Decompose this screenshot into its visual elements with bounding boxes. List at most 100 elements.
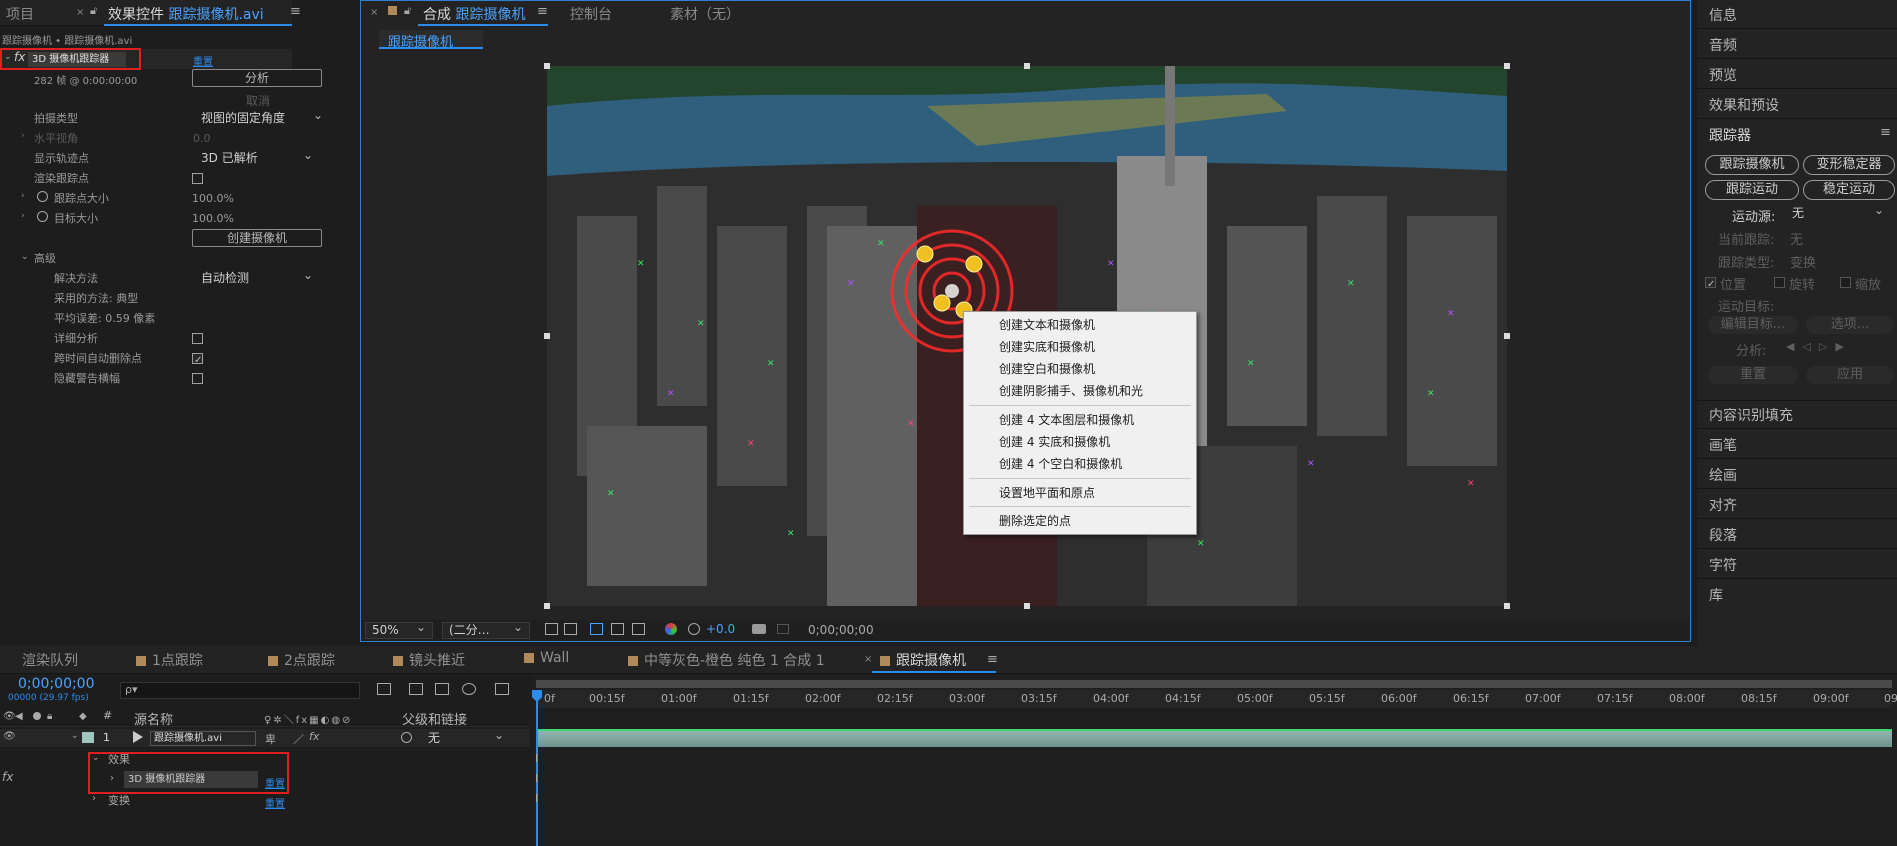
exposure-value[interactable]: +0.0 (706, 622, 735, 636)
menu-item-create-shadow-catcher[interactable]: 创建阴影捕手、摄像机和光 (999, 382, 1143, 399)
frame-handle[interactable] (1504, 603, 1510, 609)
lock-icon[interactable]: 🔓︎ (90, 4, 97, 18)
track-motion-button[interactable]: 跟踪运动 (1705, 180, 1799, 200)
visibility-icon[interactable]: 👁︎ (3, 731, 16, 742)
shot-type-select[interactable]: 视图的固定角度 (194, 108, 330, 127)
tab-effect-controls[interactable]: 效果控件 跟踪摄像机.avi (108, 4, 264, 24)
motion-source-select[interactable]: 无 (1785, 203, 1891, 222)
timeline-search[interactable]: ρ▾ (120, 682, 360, 699)
menu-item-create-4-solids[interactable]: 创建 4 实底和摄像机 (999, 433, 1110, 450)
transform-group-label[interactable]: 变换 (108, 792, 130, 808)
stopwatch-icon[interactable] (37, 211, 48, 222)
frame-blending-icon[interactable] (462, 683, 476, 695)
layer-name[interactable]: 跟踪摄像机.avi (150, 731, 256, 746)
scale-checkbox[interactable] (1840, 277, 1851, 288)
reset-button[interactable]: 重置 (1708, 366, 1798, 384)
show-snapshot-icon[interactable] (777, 624, 789, 634)
tab-comp-push[interactable]: 镜头推近 (393, 650, 465, 670)
unlock-icon[interactable]: 🔓︎ (404, 4, 411, 18)
guides-icon[interactable] (632, 623, 645, 635)
analyze-controls-icon[interactable]: ◀◁▷▶ (1786, 340, 1852, 353)
panel-brushes[interactable]: 画笔 (1709, 435, 1737, 455)
menu-item-create-4-text[interactable]: 创建 4 文本图层和摄像机 (999, 411, 1134, 428)
apply-button[interactable]: 应用 (1806, 366, 1894, 384)
mask-icon[interactable] (590, 623, 603, 635)
panel-effects-presets[interactable]: 效果和预设 (1709, 95, 1779, 115)
track-size-value[interactable]: 100.0% (192, 188, 234, 208)
timecode-display[interactable]: 0;00;00;00 (808, 623, 874, 637)
panel-paragraph[interactable]: 段落 (1709, 525, 1737, 545)
frame-handle[interactable] (1504, 63, 1510, 69)
track-camera-button[interactable]: 跟踪摄像机 (1705, 155, 1799, 175)
panel-library[interactable]: 库 (1709, 585, 1723, 605)
resolution-select[interactable]: (二分… (442, 620, 530, 639)
show-tracks-select[interactable]: 3D 已解析 (194, 148, 320, 167)
lock-icon[interactable]: 🔒︎ (47, 711, 52, 722)
panel-menu-icon[interactable]: ≡ (290, 4, 301, 19)
close-icon[interactable]: × (76, 7, 84, 18)
frame-handle[interactable] (1504, 333, 1510, 339)
menu-item-create-null-camera[interactable]: 创建空白和摄像机 (999, 360, 1095, 377)
frame-handle[interactable] (544, 333, 550, 339)
col-parent[interactable]: 父级和链接 (402, 709, 467, 728)
work-area-bar[interactable] (536, 680, 1892, 688)
transform-reset-link[interactable]: 重置 (265, 795, 285, 810)
close-icon[interactable]: × (864, 654, 872, 665)
switch-quality[interactable]: ／ (293, 731, 304, 747)
cancel-button[interactable]: 取消 (246, 92, 270, 109)
chevron-right-icon[interactable]: › (21, 131, 25, 141)
position-checkbox[interactable] (1705, 277, 1716, 288)
panel-preview[interactable]: 预览 (1709, 65, 1737, 85)
layer-color-swatch[interactable] (82, 732, 94, 743)
panel-info[interactable]: 信息 (1709, 5, 1737, 25)
tab-composition[interactable]: 合成 跟踪摄像机 (423, 4, 525, 24)
hide-warning-checkbox[interactable] (192, 373, 203, 384)
auto-delete-checkbox[interactable] (192, 353, 203, 364)
chevron-right-icon[interactable]: › (21, 211, 25, 221)
options-button[interactable]: 选项... (1806, 316, 1894, 334)
shy-icon[interactable] (435, 683, 449, 695)
transparency-grid-icon[interactable] (564, 623, 577, 635)
motion-blur-icon[interactable] (495, 683, 509, 695)
frame-handle[interactable] (544, 63, 550, 69)
switch-shy[interactable]: 卑 (265, 731, 276, 747)
target-size-value[interactable]: 100.0% (192, 208, 234, 228)
rotation-checkbox[interactable] (1774, 277, 1785, 288)
stopwatch-icon[interactable] (37, 191, 48, 202)
comp-subtab[interactable]: 跟踪摄像机 (379, 30, 483, 50)
comp-mini-flowchart-icon[interactable] (377, 683, 391, 695)
panel-menu-icon[interactable]: ≡ (537, 4, 548, 19)
menu-item-create-4-nulls[interactable]: 创建 4 个空白和摄像机 (999, 455, 1122, 472)
tab-comp-2pt[interactable]: 2点跟踪 (268, 650, 335, 670)
layer-track-bar[interactable] (538, 729, 1892, 747)
chevron-right-icon[interactable]: › (92, 793, 96, 804)
panel-paint[interactable]: 绘画 (1709, 465, 1737, 485)
menu-item-set-ground-plane[interactable]: 设置地平面和原点 (999, 484, 1095, 501)
detailed-analysis-checkbox[interactable] (192, 333, 203, 344)
chevron-down-icon[interactable]: ⌄ (21, 252, 29, 262)
tab-comp-1pt[interactable]: 1点跟踪 (136, 650, 203, 670)
panel-menu-icon[interactable]: ≡ (1880, 125, 1891, 140)
draft-3d-icon[interactable] (409, 683, 423, 695)
panel-content-aware-fill[interactable]: 内容识别填充 (1709, 405, 1793, 425)
lock-icon[interactable] (388, 6, 397, 15)
menu-item-create-text-camera[interactable]: 创建文本和摄像机 (999, 316, 1095, 333)
tab-console[interactable]: 控制台 (570, 4, 612, 24)
chevron-right-icon[interactable]: › (21, 191, 25, 201)
pickwhip-icon[interactable] (401, 732, 412, 743)
tab-footage[interactable]: 素材（无） (670, 4, 740, 24)
switch-fx[interactable]: fx (309, 730, 319, 743)
menu-item-delete-points[interactable]: 删除选定的点 (999, 512, 1071, 529)
audio-icon[interactable]: ◀ (15, 711, 23, 722)
tab-comp-wall[interactable]: Wall (524, 650, 569, 666)
label-icon[interactable]: ◆ (79, 711, 87, 722)
reset-link[interactable]: 重置 (193, 53, 213, 68)
render-tracks-checkbox[interactable] (192, 173, 203, 184)
timeline-timecode[interactable]: 0;00;00;00 (18, 676, 95, 692)
col-source-name[interactable]: 源名称 (134, 709, 173, 728)
region-of-interest-icon[interactable] (611, 623, 624, 635)
visibility-icon[interactable]: 👁︎ (3, 711, 16, 722)
tab-comp-grey-orange[interactable]: 中等灰色-橙色 纯色 1 合成 1 (628, 650, 825, 670)
frame-handle[interactable] (1024, 63, 1030, 69)
panel-tracker[interactable]: 跟踪器 (1709, 125, 1751, 145)
